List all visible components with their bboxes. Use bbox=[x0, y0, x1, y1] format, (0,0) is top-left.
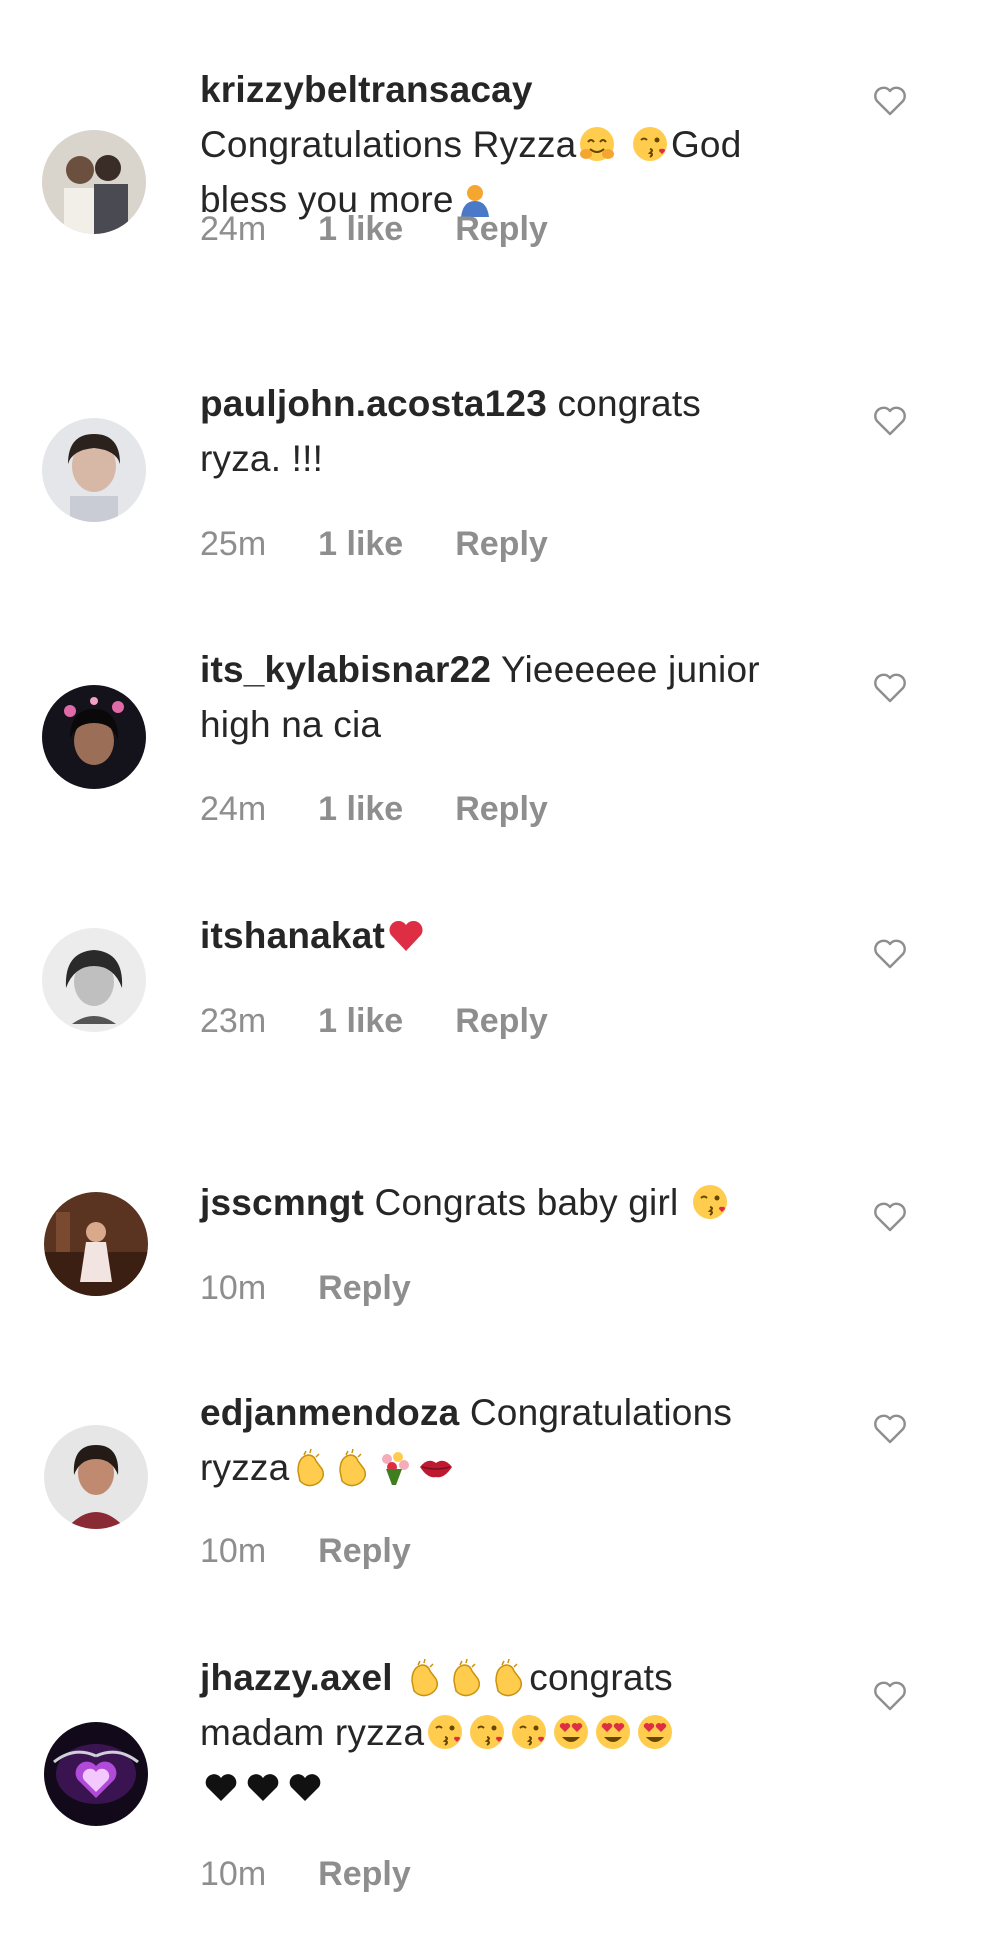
black-heart-emoji bbox=[243, 1767, 283, 1807]
clapping-hands-emoji bbox=[488, 1657, 528, 1697]
comment-username[interactable]: jsscmngt bbox=[200, 1182, 364, 1223]
avatar[interactable] bbox=[44, 1722, 148, 1826]
red-heart-emoji bbox=[386, 915, 426, 955]
like-count[interactable]: 1 like bbox=[318, 790, 403, 829]
reply-button[interactable]: Reply bbox=[455, 790, 548, 829]
comment-body: ryzza bbox=[200, 1447, 290, 1488]
clapping-hands-emoji bbox=[332, 1447, 372, 1487]
bouquet-emoji bbox=[374, 1447, 414, 1487]
face-blowing-kiss-emoji bbox=[630, 124, 670, 164]
comment-meta: 10m Reply bbox=[200, 1855, 411, 1894]
heart-outline-icon[interactable] bbox=[870, 1675, 910, 1715]
lips-emoji bbox=[416, 1447, 456, 1487]
comment-timestamp: 10m bbox=[200, 1269, 267, 1307]
hugging-face-emoji bbox=[577, 124, 617, 164]
clapping-hands-emoji bbox=[290, 1447, 330, 1487]
clapping-hands-emoji bbox=[446, 1657, 486, 1697]
comment-body: God bbox=[670, 124, 742, 165]
avatar[interactable] bbox=[42, 130, 146, 234]
comment-body: madam ryzza bbox=[200, 1712, 425, 1753]
heart-outline-icon[interactable] bbox=[870, 400, 910, 440]
comment-text: jhazzy.axel congrats madam ryzza bbox=[200, 1650, 840, 1815]
heart-outline-icon[interactable] bbox=[870, 80, 910, 120]
heart-outline-icon[interactable] bbox=[870, 1196, 910, 1236]
heart-eyes-emoji bbox=[551, 1712, 591, 1752]
heart-outline-icon[interactable] bbox=[870, 933, 910, 973]
comment-username[interactable]: edjanmendoza bbox=[200, 1392, 459, 1433]
like-count[interactable]: 1 like bbox=[318, 1002, 403, 1041]
comment-meta: 24m 1 like Reply bbox=[200, 790, 548, 829]
comment-timestamp: 10m bbox=[200, 1855, 267, 1893]
comment-body: Yieeeeee junior bbox=[500, 649, 760, 690]
face-blowing-kiss-emoji bbox=[509, 1712, 549, 1752]
face-blowing-kiss-emoji bbox=[425, 1712, 465, 1752]
comment-text: its_kylabisnar22 Yieeeeee junior high na… bbox=[200, 642, 840, 752]
comment-timestamp: 23m bbox=[200, 1002, 267, 1040]
comment-text: pauljohn.acosta123 congrats ryza. !!! bbox=[200, 376, 840, 486]
avatar[interactable] bbox=[42, 418, 146, 522]
reply-button[interactable]: Reply bbox=[455, 525, 548, 564]
comment-username[interactable]: jhazzy.axel bbox=[200, 1657, 393, 1698]
comment-body: Congratulations bbox=[469, 1392, 733, 1433]
black-heart-emoji bbox=[285, 1767, 325, 1807]
comment-username[interactable]: itshanakat bbox=[200, 915, 385, 956]
like-count[interactable]: 1 like bbox=[318, 210, 403, 249]
comment-text: itshanakat bbox=[200, 908, 840, 963]
comment-username[interactable]: pauljohn.acosta123 bbox=[200, 383, 547, 424]
face-blowing-kiss-emoji bbox=[467, 1712, 507, 1752]
avatar[interactable] bbox=[44, 1192, 148, 1296]
comment-text: jsscmngt Congrats baby girl bbox=[200, 1175, 840, 1230]
heart-outline-icon[interactable] bbox=[870, 667, 910, 707]
comment-meta: 25m 1 like Reply bbox=[200, 525, 548, 564]
clapping-hands-emoji bbox=[404, 1657, 444, 1697]
comment-timestamp: 25m bbox=[200, 525, 267, 563]
comment-meta: 10m Reply bbox=[200, 1269, 411, 1308]
comment-body: ryza. !!! bbox=[200, 438, 324, 479]
avatar[interactable] bbox=[42, 928, 146, 1032]
reply-button[interactable]: Reply bbox=[318, 1532, 411, 1571]
comment-timestamp: 24m bbox=[200, 790, 267, 828]
reply-button[interactable]: Reply bbox=[455, 210, 548, 249]
reply-button[interactable]: Reply bbox=[318, 1269, 411, 1308]
comment-text: edjanmendoza Congratulations ryzza bbox=[200, 1385, 840, 1495]
comment-body: congrats bbox=[557, 383, 701, 424]
comment-body: Congratulations Ryzza bbox=[200, 124, 577, 165]
black-heart-emoji bbox=[201, 1767, 241, 1807]
heart-eyes-emoji bbox=[635, 1712, 675, 1752]
comment-timestamp: 24m bbox=[200, 210, 267, 248]
comment-body: Congrats baby girl bbox=[374, 1182, 679, 1223]
comment-username[interactable]: its_kylabisnar22 bbox=[200, 649, 491, 690]
comment-body: congrats bbox=[529, 1657, 673, 1698]
comment-text: krizzybeltransacay Congratulations Ryzza… bbox=[200, 62, 840, 227]
comment-meta: 23m 1 like Reply bbox=[200, 1002, 548, 1041]
avatar[interactable] bbox=[42, 685, 146, 789]
avatar[interactable] bbox=[44, 1425, 148, 1529]
comment-timestamp: 10m bbox=[200, 1532, 267, 1570]
heart-outline-icon[interactable] bbox=[870, 1408, 910, 1448]
comment-username[interactable]: krizzybeltransacay bbox=[200, 69, 533, 110]
comment-meta: 24m 1 like Reply bbox=[200, 210, 548, 249]
face-blowing-kiss-emoji bbox=[690, 1182, 730, 1222]
comment-meta: 10m Reply bbox=[200, 1532, 411, 1571]
reply-button[interactable]: Reply bbox=[318, 1855, 411, 1894]
like-count[interactable]: 1 like bbox=[318, 525, 403, 564]
comment-body: high na cia bbox=[200, 704, 382, 745]
heart-eyes-emoji bbox=[593, 1712, 633, 1752]
reply-button[interactable]: Reply bbox=[455, 1002, 548, 1041]
